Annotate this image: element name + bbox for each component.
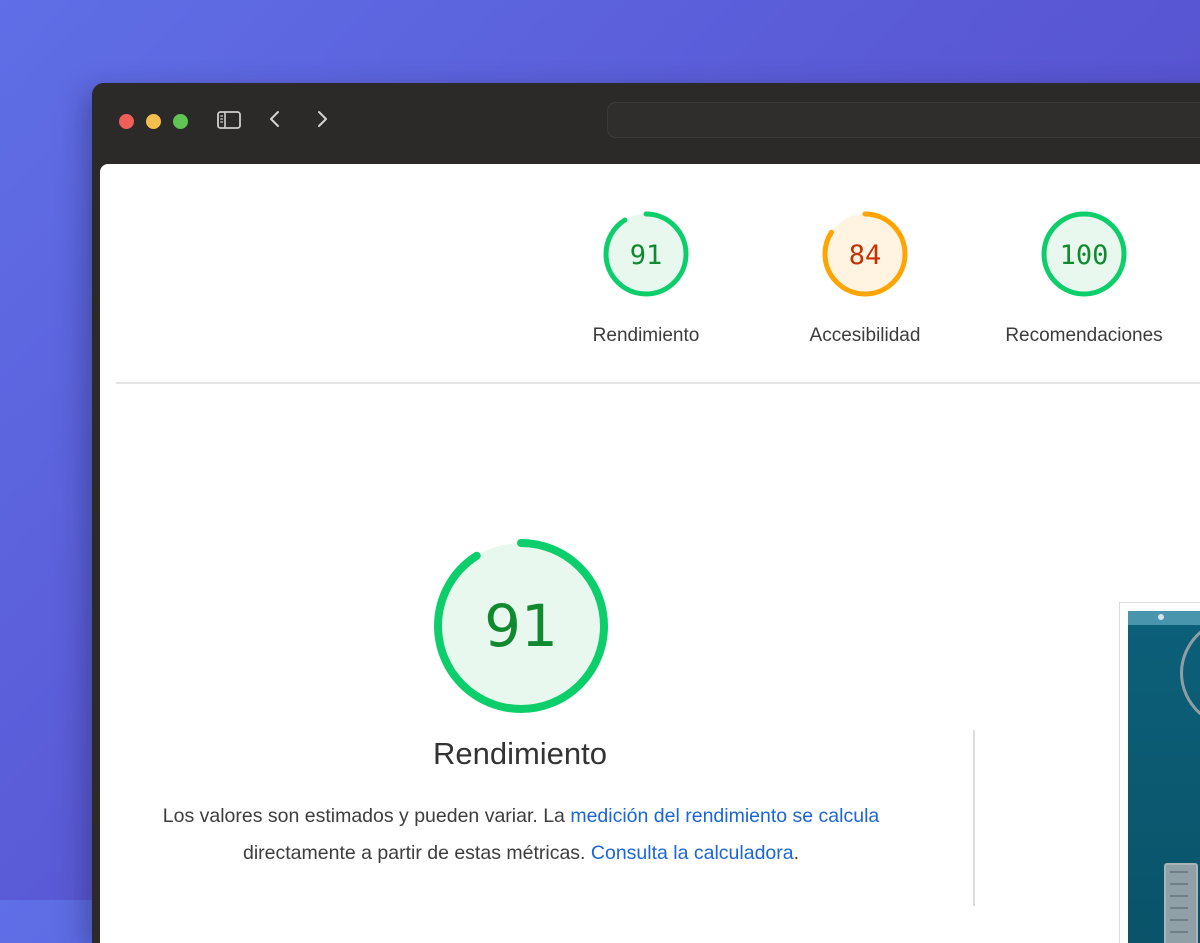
category-gauges: 91 Rendimiento 84 Accesibilidad 100 Reco…	[100, 164, 1200, 384]
address-bar[interactable]	[607, 102, 1200, 138]
calculator-link[interactable]: Consulta la calculadora	[591, 842, 794, 864]
title-bar	[92, 83, 1200, 157]
gauge-performance[interactable]: 91 Rendimiento	[556, 208, 736, 347]
page-screenshot-thumbnail[interactable]	[1119, 602, 1200, 943]
gauge-label: Accesibilidad	[809, 325, 921, 346]
gauge-score: 91	[630, 240, 663, 271]
gauge-accessibility[interactable]: 84 Accesibilidad	[775, 208, 955, 347]
gauge-accessibility-ring: 84	[822, 211, 908, 297]
back-chevron-icon[interactable]	[260, 105, 290, 135]
sidebar-toggle-icon[interactable]	[214, 105, 244, 135]
desc-text: directamente a partir de estas métricas.	[242, 842, 591, 864]
performance-title: Rendimiento	[432, 736, 608, 771]
desc-text: .	[793, 842, 800, 864]
gauge-score: 84	[849, 240, 882, 271]
header-divider	[116, 382, 1200, 384]
lighthouse-report: 91 Rendimiento 84 Accesibilidad 100 Reco…	[100, 164, 1200, 943]
gauge-label: Recomendaciones	[1005, 325, 1163, 346]
thumbnail-device-lines	[1170, 871, 1188, 943]
section-divider	[973, 730, 975, 906]
performance-description: Los valores son estimados y pueden varia…	[148, 798, 894, 872]
gauge-best-practices-ring: 100	[1041, 211, 1127, 297]
performance-score: 91	[484, 592, 558, 660]
thumbnail-dot	[1158, 614, 1164, 620]
desc-text: Los valores son estimados y pueden varia…	[162, 805, 571, 827]
thumbnail-status-bar	[1128, 611, 1200, 625]
maximize-window-button[interactable]	[173, 114, 188, 129]
gauge-best-practices[interactable]: 100 Recomendaciones	[994, 208, 1174, 347]
forward-chevron-icon[interactable]	[307, 105, 337, 135]
gauge-label: Rendimiento	[592, 325, 700, 346]
thumbnail-circle-shape	[1180, 625, 1200, 731]
minimize-window-button[interactable]	[146, 114, 161, 129]
gauge-performance-ring: 91	[603, 211, 689, 297]
performance-score-gauge: 91	[431, 536, 611, 716]
browser-window: 91 Rendimiento 84 Accesibilidad 100 Reco…	[92, 83, 1200, 943]
gauge-score: 100	[1060, 240, 1109, 271]
score-calculation-link[interactable]: medición del rendimiento se calcula	[570, 805, 879, 827]
close-window-button[interactable]	[119, 114, 134, 129]
